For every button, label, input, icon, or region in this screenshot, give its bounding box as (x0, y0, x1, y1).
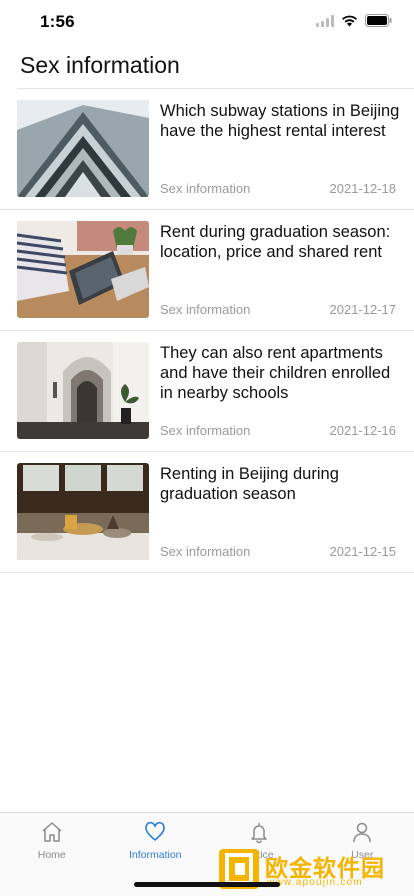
bell-icon (247, 821, 271, 848)
tab-home[interactable]: Home (0, 813, 104, 896)
wifi-icon (341, 14, 358, 32)
laptop-icon (17, 221, 149, 318)
hallway-icon (17, 342, 149, 439)
article-title: Renting in Beijing during graduation sea… (160, 465, 339, 503)
article-item[interactable]: Which subway stations in Beijing have th… (0, 89, 414, 210)
article-category: Sex information (160, 181, 251, 196)
building-icon (17, 100, 149, 197)
article-category: Sex information (160, 544, 251, 559)
page-title: Sex information (20, 52, 180, 78)
article-list: Which subway stations in Beijing have th… (0, 89, 414, 573)
article-title: They can also rent apartments and have t… (160, 344, 391, 402)
article-item[interactable]: Rent during graduation season: location,… (0, 210, 414, 331)
home-indicator[interactable] (134, 882, 280, 887)
status-bar: 1:56 (0, 0, 414, 44)
status-icons (316, 14, 392, 32)
tab-label: Information (128, 849, 182, 861)
article-item[interactable]: Renting in Beijing during graduation sea… (0, 452, 414, 573)
tab-label: Home (37, 849, 66, 861)
article-date: 2021-12-18 (329, 181, 397, 196)
heart-icon (143, 821, 167, 848)
home-icon (40, 821, 64, 848)
user-icon (350, 821, 374, 848)
article-date: 2021-12-16 (329, 423, 397, 438)
battery-icon (365, 14, 392, 32)
article-title: Which subway stations in Beijing have th… (160, 102, 400, 140)
article-category: Sex information (160, 302, 251, 317)
article-date: 2021-12-17 (329, 302, 397, 317)
signal-icon (316, 14, 334, 32)
article-date: 2021-12-15 (329, 544, 397, 559)
table-icon (17, 463, 149, 560)
article-category: Sex information (160, 423, 251, 438)
article-item[interactable]: They can also rent apartments and have t… (0, 331, 414, 452)
article-title: Rent during graduation season: location,… (160, 223, 391, 261)
watermark-url: www.apoujin.com (267, 877, 363, 888)
status-time: 1:56 (40, 12, 75, 31)
